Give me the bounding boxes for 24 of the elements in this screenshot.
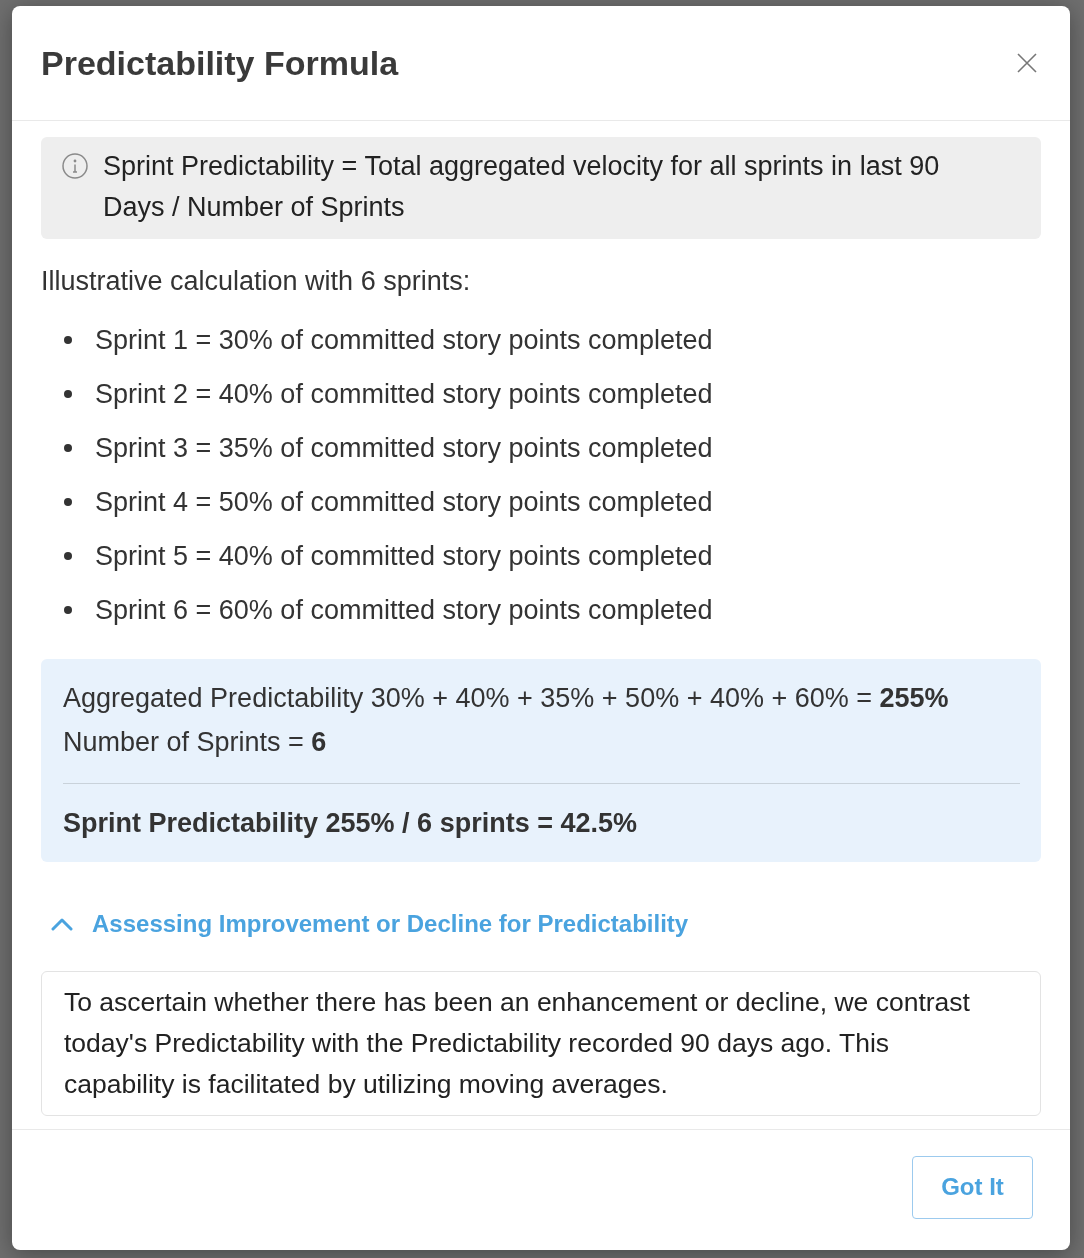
sprint-item-text: Sprint 2 = 40% of committed story points completed [95, 378, 713, 410]
bullet-icon [64, 336, 72, 344]
close-icon[interactable] [1017, 53, 1037, 73]
summary-line: Aggregated Predictability 30% + 40% + 35% + 50% + 40% + 60% = 255% [63, 682, 950, 715]
bullet-icon [64, 606, 72, 614]
description-text: To ascertain whether there has been an enhancement or decline, we contrast today's Predictability with the Predictability recorded 90 days ago. This capability is facilitated by utilizing moving averages. [64, 986, 971, 1101]
sprint-item-text: Sprint 6 = 60% of committed story points completed [95, 594, 713, 626]
chevron-icon [51, 917, 73, 931]
sprint-item-text: Sprint 1 = 30% of committed story points completed [95, 324, 713, 356]
accordion-toggle[interactable]: Assessing Improvement or Decline for Predictability [41, 902, 689, 946]
intro-text: Illustrative calculation with 6 sprints: [41, 265, 472, 298]
bullet-icon [64, 498, 72, 506]
got-it-button[interactable]: Got It [912, 1155, 1033, 1219]
summary-line: Number of Sprints = 6 [63, 726, 328, 759]
formula-text: Sprint Predictability = Total aggregated velocity for all sprints in last 90 Days / Number of Sprints [103, 150, 941, 224]
bullet-icon [64, 552, 72, 560]
dialog-title: Predictability Formula [41, 43, 399, 83]
bullet-icon [64, 390, 72, 398]
info-icon [62, 153, 88, 179]
result-text: Sprint Predictability 255% / 6 sprints = 42.5% [63, 807, 638, 840]
sprint-item-text: Sprint 5 = 40% of committed story points completed [95, 540, 713, 572]
sprint-item-text: Sprint 3 = 35% of committed story points completed [95, 432, 713, 464]
bullet-icon [64, 444, 72, 452]
sprint-item-text: Sprint 4 = 50% of committed story points completed [95, 486, 713, 518]
